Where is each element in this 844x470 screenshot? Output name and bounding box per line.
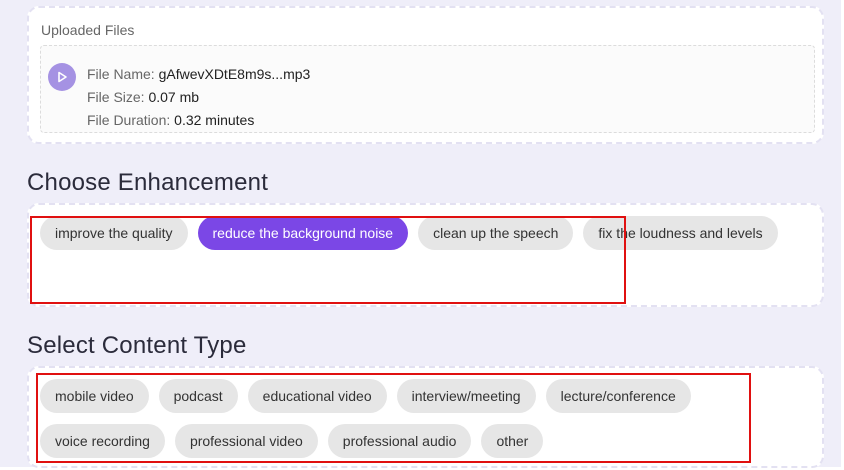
play-button[interactable]	[48, 63, 76, 91]
file-size-row: File Size: 0.07 mb	[87, 86, 310, 109]
enhancement-title: Choose Enhancement	[27, 169, 269, 196]
file-name-row: File Name: gAfwevXDtE8m9s...mp3	[87, 63, 310, 86]
file-name-label: File Name:	[87, 66, 155, 82]
file-duration-value: 0.32 minutes	[174, 112, 255, 128]
play-icon	[58, 71, 67, 83]
file-size-value: 0.07 mb	[148, 89, 200, 105]
uploaded-files-card: Uploaded Files File Name: gAfwevXDtE8m9s…	[27, 6, 824, 144]
file-item: File Name: gAfwevXDtE8m9s...mp3 File Siz…	[40, 45, 815, 133]
content-type-title: Select Content Type	[27, 332, 247, 359]
file-info: File Name: gAfwevXDtE8m9s...mp3 File Siz…	[87, 63, 310, 132]
file-duration-label: File Duration:	[87, 112, 171, 128]
file-size-label: File Size:	[87, 89, 145, 105]
file-name-value: gAfwevXDtE8m9s...mp3	[158, 66, 311, 82]
highlight-box-content-type	[36, 373, 751, 463]
highlight-box-enhancement	[30, 216, 626, 304]
uploaded-files-title: Uploaded Files	[41, 22, 135, 38]
file-duration-row: File Duration: 0.32 minutes	[87, 109, 310, 132]
